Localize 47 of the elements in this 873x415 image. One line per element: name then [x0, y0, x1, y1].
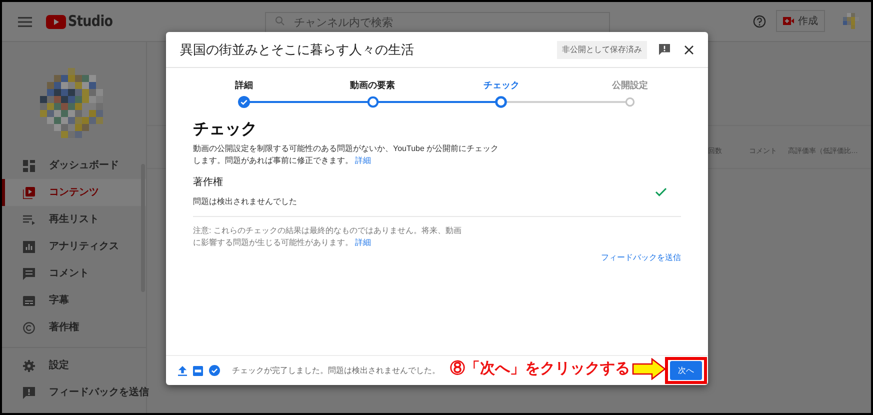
logo-icon [46, 14, 66, 28]
arrow-icon [632, 358, 666, 380]
check-result: 問題は検出されませんでした [193, 196, 298, 208]
step-tab[interactable]: 公開設定 [612, 79, 648, 92]
upload-icon [178, 366, 187, 376]
step-tab[interactable]: 詳細 [235, 79, 253, 92]
next-button[interactable]: 次へ [670, 361, 702, 380]
dashboard-icon [23, 160, 35, 172]
search-field[interactable]: チャンネル内で検索 [265, 12, 610, 34]
check-circle-icon [209, 365, 220, 376]
description: 動画の公開設定を制限する可能性のある問題がないか、YouTube が公開前にチェックします。問題があれば事前に修正できます。 詳細 [193, 143, 500, 167]
bar-chart-icon [23, 240, 35, 252]
menu-icon[interactable] [18, 16, 32, 28]
settings-icon [23, 360, 35, 372]
help-icon[interactable] [753, 14, 766, 28]
step-tab[interactable]: 動画の要素 [350, 79, 396, 92]
create-button[interactable]: 作成 [776, 10, 825, 32]
check-title: 著作権 [193, 176, 224, 190]
logo-text: Studio [68, 11, 113, 32]
playlist-icon [23, 214, 35, 226]
details-link[interactable]: 詳細 [355, 156, 372, 165]
status-text: チェックが完了しました。問題は検出されませんでした。 [232, 364, 440, 376]
subtitles-icon [23, 294, 35, 306]
sidebar-item[interactable]: ダッシュボード [2, 152, 146, 179]
dialog-title: 異国の街並みとそこに暮らす人々の生活 [180, 40, 415, 59]
sd-icon [193, 366, 203, 376]
sidebar-item[interactable]: 再生リスト [2, 206, 146, 233]
sidebar-item[interactable]: 字幕 [2, 287, 146, 314]
sidebar-item[interactable]: 設定 [2, 352, 146, 379]
sidebar-item[interactable]: 著作権 [2, 314, 146, 341]
feedback-link[interactable]: フィードバックを送信 [601, 252, 681, 264]
sidebar-item[interactable]: コンテンツ [2, 179, 146, 206]
sidebar-item[interactable]: アナリティクス [2, 233, 146, 260]
feedback-icon[interactable] [659, 44, 670, 55]
comment-icon [23, 268, 35, 280]
video-camera-icon [783, 17, 794, 25]
search-icon [275, 16, 285, 26]
close-icon[interactable] [684, 44, 694, 54]
copyright-icon [23, 322, 35, 334]
sidebar-item[interactable]: コメント [2, 260, 146, 287]
section-heading: チェック [193, 120, 258, 140]
play-stack-icon [23, 186, 35, 198]
details-link[interactable]: 詳細 [355, 238, 372, 247]
feedback-icon [23, 386, 35, 398]
note: 注意: これらのチェックの結果は最終的なものではありません。将来、動画に影響する問題が生じる可能性があります。 詳細 [193, 225, 462, 249]
status-badge: 非公開として保存済み [557, 40, 647, 58]
step-tab[interactable]: チェック [483, 79, 520, 92]
